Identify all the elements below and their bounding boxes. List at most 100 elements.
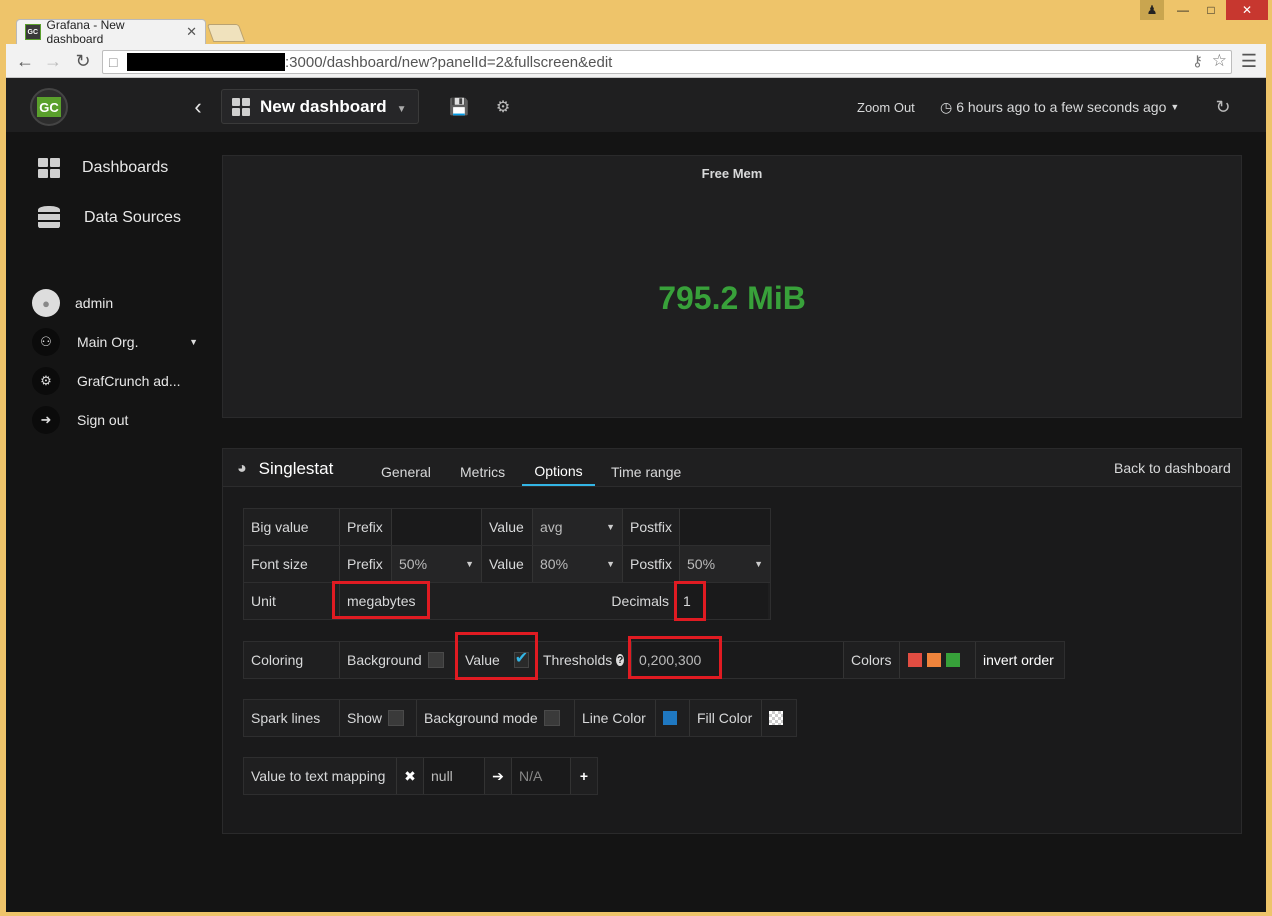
value-size-select[interactable]: 80% ▼	[533, 546, 623, 582]
background-mode-label: Background mode	[424, 710, 538, 726]
prefix-size-select[interactable]: 50% ▼	[392, 546, 482, 582]
window-border	[0, 912, 1272, 916]
star-icon[interactable]: ☆	[1212, 51, 1227, 71]
fill-color-picker[interactable]	[762, 700, 796, 736]
url-text: :3000/dashboard/new?panelId=2&fullscreen…	[285, 53, 613, 71]
sidebar-item-data-sources[interactable]: Data Sources	[36, 203, 181, 233]
font-size-label: Font size	[244, 546, 340, 582]
colors-label: Colors	[844, 642, 900, 678]
caret-down-icon: ▼	[606, 522, 615, 532]
forward-arrow-icon[interactable]: →	[42, 50, 64, 72]
refresh-icon[interactable]: ↻	[1212, 96, 1234, 118]
color-swatch-2[interactable]	[927, 653, 941, 667]
caret-down-icon: ▼	[1170, 102, 1180, 112]
remove-mapping-icon[interactable]: ✖	[397, 758, 424, 794]
browser-tab[interactable]: GC Grafana - New dashboard ✕	[16, 18, 206, 46]
panel-big-value: 795.2 MiB	[658, 280, 806, 316]
mapping-to-input[interactable]: N/A	[512, 758, 571, 794]
page-icon: □	[109, 54, 118, 70]
editor-title: ◕ Singlestat	[237, 456, 333, 482]
new-tab-button[interactable]	[206, 24, 246, 42]
dashboard-picker-button[interactable]: New dashboard ▼	[221, 89, 419, 124]
reload-icon[interactable]: ↻	[72, 50, 94, 72]
show-label: Show	[347, 710, 383, 726]
tab-general[interactable]: General	[381, 458, 431, 486]
caret-down-icon: ▼	[396, 104, 407, 115]
minimize-button[interactable]: —	[1170, 0, 1196, 20]
logo-text: GC	[37, 97, 61, 117]
grid-icon	[38, 158, 60, 178]
checkbox-icon	[388, 710, 405, 726]
tab-metrics[interactable]: Metrics	[460, 458, 505, 486]
big-value-row: Big value Prefix Value avg ▼ Postfix	[243, 508, 771, 546]
background-mode-checkbox[interactable]: Background mode	[417, 700, 575, 736]
color-swatches	[900, 642, 976, 678]
save-icon[interactable]: 💾	[448, 96, 470, 118]
coloring-label: Coloring	[244, 642, 340, 678]
postfix-input[interactable]	[680, 509, 770, 545]
time-picker[interactable]: ◷ 6 hours ago to a few seconds ago ▼	[940, 97, 1179, 117]
prefix-label: Prefix	[340, 546, 392, 582]
org-name: Main Org.	[77, 334, 139, 350]
value-label: Value	[482, 509, 533, 545]
editor-header	[223, 449, 1241, 487]
add-mapping-icon[interactable]: +	[571, 758, 597, 794]
grafcrunch-logo[interactable]: GC	[30, 88, 68, 126]
close-tab-icon[interactable]: ✕	[186, 24, 197, 40]
spark-lines-row: Spark lines Show Background mode Line Co…	[243, 699, 797, 737]
sidebar-org[interactable]: ⚇ Main Org. ▼	[32, 328, 198, 356]
panel-type-label: Singlestat	[258, 459, 334, 478]
address-bar[interactable]: □ :3000/dashboard/new?panelId=2&fullscre…	[102, 50, 1232, 74]
caret-down-icon: ▼	[606, 559, 615, 569]
dashboard-gauge-icon: ◕	[237, 460, 247, 477]
value-mapping-label: Value to text mapping	[244, 758, 397, 794]
admin-label: GrafCrunch ad...	[77, 373, 181, 389]
show-checkbox[interactable]: Show	[340, 700, 417, 736]
color-swatch-1[interactable]	[908, 653, 922, 667]
sign-out-icon: ➜	[32, 406, 60, 434]
line-color-label: Line Color	[575, 700, 656, 736]
user-name: admin	[75, 295, 114, 311]
question-icon[interactable]: ?	[616, 654, 624, 666]
tab-options[interactable]: Options	[522, 458, 595, 486]
collapse-sidemenu-icon[interactable]: ‹	[188, 94, 208, 119]
sidebar-item-dashboards[interactable]: Dashboards	[36, 154, 168, 182]
value-size-text: 80%	[540, 556, 569, 572]
dashboard-grid-icon	[232, 97, 250, 116]
panel-title[interactable]: Free Mem	[222, 166, 1242, 181]
value-select[interactable]: avg ▼	[533, 509, 623, 545]
mapping-from-input[interactable]: null	[424, 758, 485, 794]
signout-label: Sign out	[77, 412, 129, 428]
thresholds-text: Thresholds	[543, 652, 613, 668]
sidebar-signout[interactable]: ➜ Sign out	[32, 406, 128, 434]
background-checkbox[interactable]: Background	[340, 642, 458, 678]
time-range-label: 6 hours ago to a few seconds ago	[956, 99, 1167, 115]
gear-icon[interactable]: ⚙	[492, 96, 514, 118]
invert-order-button[interactable]: invert order	[976, 642, 1064, 678]
menu-icon[interactable]: ☰	[1238, 50, 1260, 72]
back-arrow-icon[interactable]: ←	[14, 50, 36, 72]
close-window-button[interactable]: ✕	[1226, 0, 1268, 20]
zoom-out-button[interactable]: Zoom Out	[857, 98, 915, 116]
postfix-size-select[interactable]: 50% ▼	[680, 546, 770, 582]
tab-time-range[interactable]: Time range	[611, 458, 681, 486]
highlight-box	[332, 581, 430, 619]
user-profile-icon[interactable]: ♟	[1140, 0, 1164, 20]
maximize-button[interactable]: □	[1198, 0, 1224, 20]
value-mapping-row: Value to text mapping ✖ null ➔ N/A +	[243, 757, 598, 795]
prefix-input[interactable]	[392, 509, 482, 545]
postfix-size-text: 50%	[687, 556, 716, 572]
caret-down-icon: ▼	[465, 559, 474, 569]
line-color-picker[interactable]	[656, 700, 690, 736]
sidebar-admin[interactable]: ⚙ GrafCrunch ad...	[32, 367, 181, 395]
back-to-dashboard-link[interactable]: Back to dashboard	[1114, 454, 1231, 482]
sidebar-user[interactable]: ● admin	[32, 289, 113, 317]
postfix-label: Postfix	[623, 509, 680, 545]
decimals-label: Decimals	[428, 583, 676, 619]
key-icon[interactable]: ⚷	[1192, 52, 1203, 70]
arrow-right-icon: ➔	[485, 758, 512, 794]
value-label: Value	[482, 546, 533, 582]
gear-icon: ⚙	[32, 367, 60, 395]
color-swatch-3[interactable]	[946, 653, 960, 667]
postfix-label: Postfix	[623, 546, 680, 582]
